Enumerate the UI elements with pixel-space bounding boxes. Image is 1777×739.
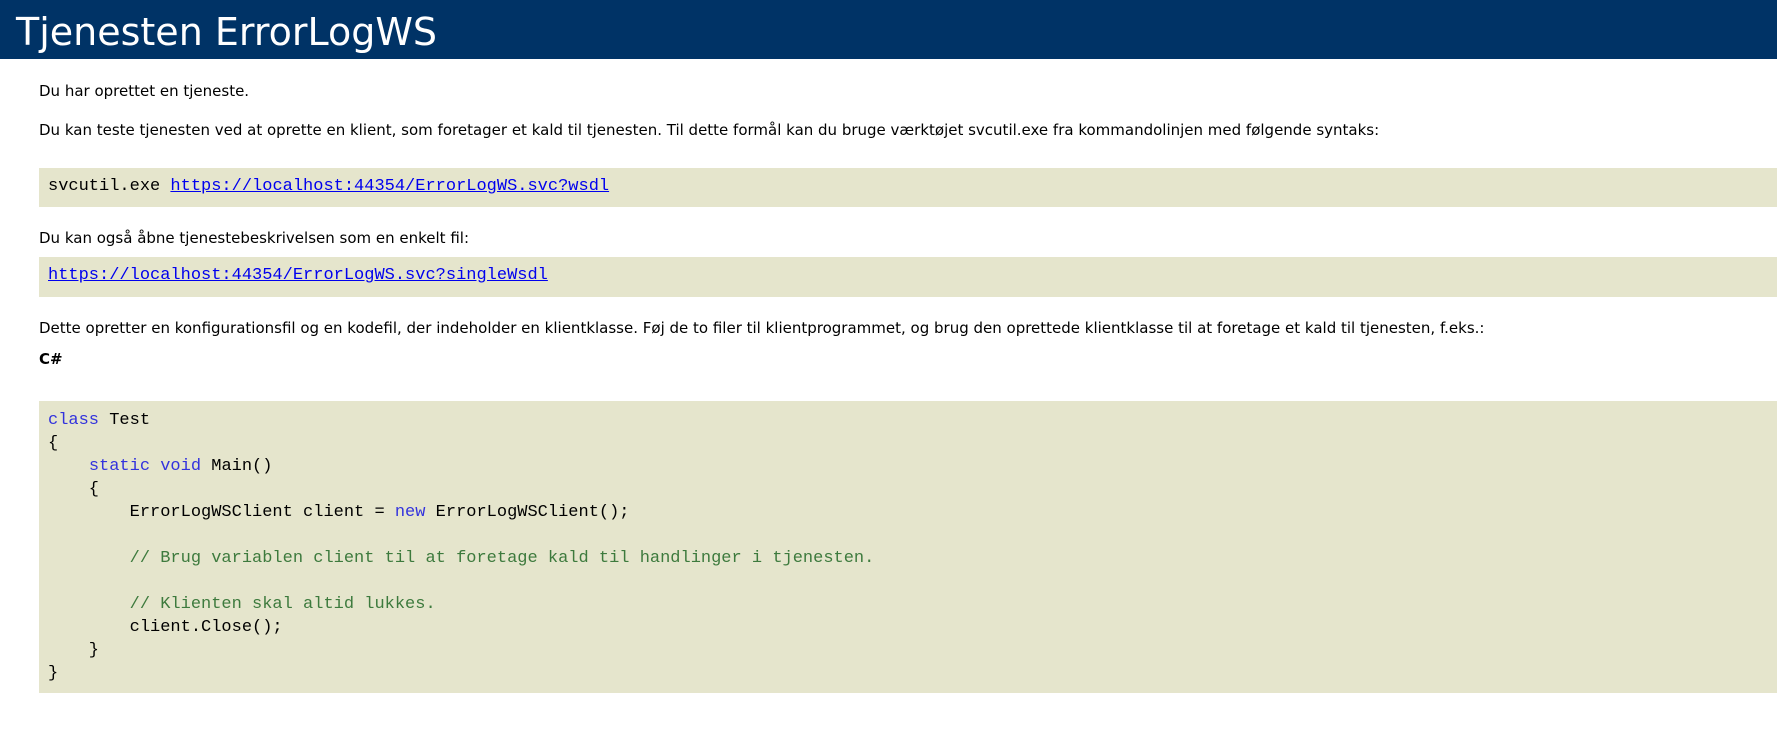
code-line: ErrorLogWSClient client = new ErrorLogWS… bbox=[48, 501, 1768, 524]
code-keyword: new bbox=[394, 503, 426, 522]
code-text: ErrorLogWSClient client = bbox=[48, 503, 395, 522]
code-keyword: class bbox=[48, 411, 100, 430]
main-content: Du har oprettet en tjeneste. Du kan test… bbox=[0, 81, 1777, 693]
code-line: class Test bbox=[48, 409, 1768, 432]
code-line: } bbox=[48, 641, 100, 660]
code-keyword: void bbox=[160, 457, 202, 476]
code-line: { bbox=[48, 478, 1768, 501]
code-comment: // Klienten skal altid lukkes. bbox=[48, 595, 436, 614]
wsdl-link[interactable]: https://localhost:44354/ErrorLogWS.svc?w… bbox=[170, 177, 609, 196]
code-line: { bbox=[48, 432, 1768, 455]
code-text: { bbox=[48, 480, 100, 499]
code-line: } bbox=[48, 664, 59, 683]
single-wsdl-box: https://localhost:44354/ErrorLogWS.svc?s… bbox=[39, 257, 1777, 297]
single-wsdl-link[interactable]: https://localhost:44354/ErrorLogWS.svc?s… bbox=[48, 266, 548, 285]
code-text: Main() bbox=[201, 457, 273, 476]
code-text: Test bbox=[99, 411, 151, 430]
svcutil-command: svcutil.exe bbox=[48, 177, 161, 196]
page-title: Tjenesten ErrorLogWS bbox=[0, 0, 1777, 59]
test-instructions-text: Du kan teste tjenesten ved at oprette en… bbox=[39, 121, 1380, 139]
code-text: { bbox=[48, 434, 59, 453]
code-line: static void Main() bbox=[48, 455, 1768, 478]
code-text: ErrorLogWSClient(); bbox=[425, 503, 630, 522]
config-text: Dette opretter en konfigurationsfil og e… bbox=[39, 319, 1485, 337]
intro-text: Du har oprettet en tjeneste. bbox=[39, 82, 250, 100]
code-comment: // Brug variablen client til at foretage… bbox=[48, 549, 875, 568]
code-keyword: static bbox=[88, 457, 151, 476]
language-label: C# bbox=[39, 350, 63, 368]
code-line: client.Close(); bbox=[48, 618, 283, 637]
svcutil-command-box: svcutil.exe https://localhost:44354/Erro… bbox=[39, 168, 1777, 207]
csharp-code-sample: class Test { static void Main() { ErrorLo… bbox=[39, 401, 1777, 693]
single-file-text: Du kan også åbne tjenestebeskrivelsen so… bbox=[39, 229, 469, 247]
